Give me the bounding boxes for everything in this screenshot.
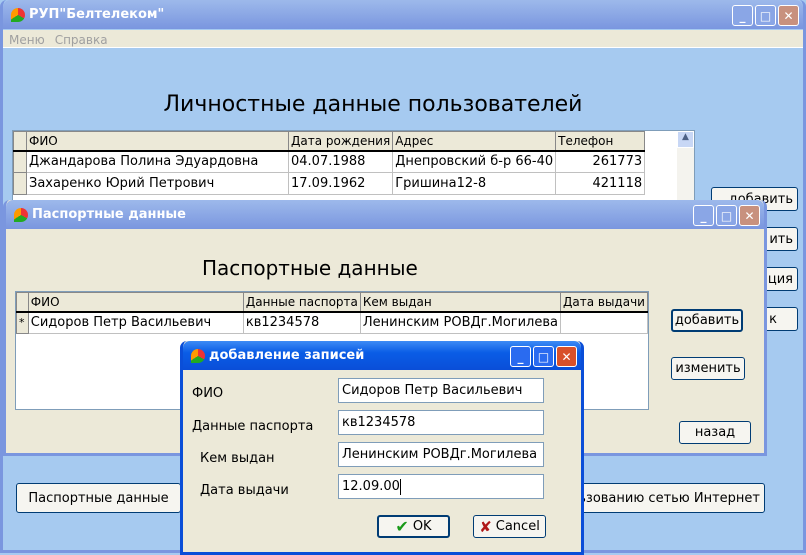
fio-label: ФИО — [192, 386, 224, 401]
scroll-up-button[interactable]: ▲ — [677, 131, 694, 148]
dialog-title-bar[interactable]: добавление записей _ □ ✕ — [183, 341, 581, 370]
app-logo-icon — [191, 348, 205, 363]
fio-input[interactable]: Сидоров Петр Васильевич — [338, 378, 544, 403]
col-phone[interactable]: Телефон — [555, 131, 646, 152]
col-birth[interactable]: Дата рождения — [287, 131, 394, 152]
scrollbar[interactable]: ▲ — [677, 131, 694, 209]
close-button[interactable]: ✕ — [778, 5, 799, 26]
issue-date-input[interactable]: 12.09.00 — [338, 474, 544, 499]
minimize-button[interactable]: _ — [693, 205, 714, 226]
dialog-title: добавление записей — [209, 348, 365, 363]
main-title-bar[interactable]: РУП"Белтелеком" _ □ ✕ — [3, 0, 803, 29]
issued-by-input[interactable]: Ленинским РОВДг.Могилева — [338, 442, 544, 467]
issued-by-label: Кем выдан — [200, 451, 275, 466]
passport-data-button[interactable]: Паспортные данные — [16, 483, 181, 513]
cross-icon: ✘ — [479, 517, 492, 536]
col-fio[interactable]: ФИО — [26, 131, 289, 152]
col-fio[interactable]: ФИО — [27, 292, 244, 313]
passport-title-bar[interactable]: Паспортные данные _ □ ✕ — [6, 200, 764, 229]
close-button[interactable]: ✕ — [556, 346, 577, 367]
minimize-button[interactable]: _ — [510, 346, 531, 367]
app-logo-icon — [14, 207, 28, 222]
main-heading: Личностные данные пользователей — [163, 92, 583, 117]
menu-item-help[interactable]: Справка — [55, 33, 108, 47]
table-row[interactable]: Джандарова Полина Эдуардовна 04.07.1988 Дн… — [13, 150, 646, 173]
maximize-button[interactable]: □ — [755, 5, 776, 26]
col-passport[interactable]: Данные паспорта — [242, 292, 361, 313]
passport-input[interactable]: кв1234578 — [338, 410, 544, 435]
passport-label: Данные паспорта — [192, 419, 314, 434]
maximize-button[interactable]: □ — [716, 205, 737, 226]
cancel-button[interactable]: ✘ Cancel — [473, 515, 546, 538]
app-logo-icon — [11, 7, 25, 22]
users-grid[interactable]: ФИО Дата рождения Адрес Телефон Джандарова … — [12, 130, 695, 210]
table-row[interactable]: * Сидоров Петр Васильевич кв1234578 Ленинск… — [16, 311, 648, 334]
passport-heading: Паспортные данные — [202, 256, 418, 280]
edit-passport-button[interactable]: изменить — [671, 357, 745, 380]
table-row[interactable]: Захаренко Юрий Петрович 17.09.1962 Гришина… — [13, 172, 646, 195]
passport-title: Паспортные данные — [32, 207, 187, 222]
add-passport-button[interactable]: добавить — [671, 309, 743, 332]
maximize-button[interactable]: □ — [533, 346, 554, 367]
back-button[interactable]: назад — [679, 421, 751, 444]
close-button[interactable]: ✕ — [739, 205, 760, 226]
add-record-dialog: добавление записей _ □ ✕ ФИО Данные паспор… — [180, 341, 584, 555]
internet-usage-button[interactable]: льзованию сетью Интернет — [563, 483, 765, 513]
ok-button[interactable]: ✔ OK — [377, 515, 450, 538]
col-issued-by[interactable]: Кем выдан — [359, 292, 562, 313]
col-issue-date[interactable]: Дата выдачи — [560, 292, 648, 313]
menu-item-menu[interactable]: Меню — [9, 33, 45, 47]
checkmark-icon: ✔ — [395, 517, 409, 536]
main-title: РУП"Белтелеком" — [29, 7, 165, 22]
menu-bar: Меню Справка — [3, 30, 803, 48]
issue-date-label: Дата выдачи — [200, 483, 289, 498]
col-address[interactable]: Адрес — [392, 131, 557, 152]
minimize-button[interactable]: _ — [732, 5, 753, 26]
